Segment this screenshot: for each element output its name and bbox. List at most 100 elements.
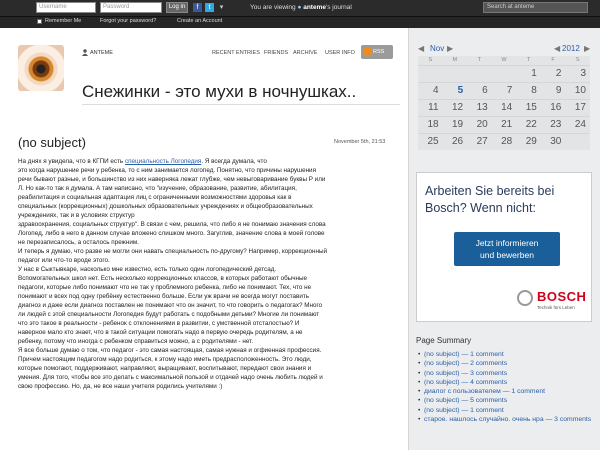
calendar-day: 21 xyxy=(491,115,517,133)
calendar-day: 9 xyxy=(540,81,566,99)
summary-entry-link[interactable]: (no subject) xyxy=(424,397,460,404)
calendar-day: 13 xyxy=(467,98,492,116)
entry-line: педагог или что-то вроде этого. xyxy=(18,257,110,264)
calendar-day: 23 xyxy=(540,115,566,133)
entry-line: реабилитация и социальная адаптация лиц … xyxy=(18,194,292,201)
calendar-day: 19 xyxy=(442,115,468,133)
summary-comments-link[interactable]: — 1 comment xyxy=(501,388,545,395)
entry-line: Логопед, либо в него в данном случае вло… xyxy=(18,230,325,237)
advertisement[interactable]: Arbeiten Sie bereits bei Bosch? Wenn nic… xyxy=(416,172,592,322)
page-summary-title: Page Summary xyxy=(416,336,472,345)
nav-recent-entries[interactable]: RECENT ENTRIES xyxy=(212,50,260,56)
summary-item: старое. нашлось случайно. очень нра — 3 … xyxy=(418,415,594,425)
summary-comments-link[interactable]: — 5 comments xyxy=(460,397,507,404)
ad-tagline: Technik fürs Leben xyxy=(537,305,575,310)
journal-username[interactable]: ANTEME xyxy=(90,50,113,56)
viewing-info: You are viewing ● anteme's journal xyxy=(250,4,352,11)
journal-title: Снежинки - это мухи в ночнушках.. xyxy=(82,82,357,101)
entry-line: что это такое в реальности - ребенок с о… xyxy=(18,320,300,327)
prev-month-arrow-icon[interactable]: ◀ xyxy=(418,44,424,53)
nav-friends[interactable]: FRIENDS xyxy=(264,50,288,56)
summary-comments-link[interactable]: — 2 comments xyxy=(460,360,507,367)
calendar-empty-cell xyxy=(467,64,492,82)
top-navigation-bar: Username Password Log in f t ▾ You are v… xyxy=(0,0,600,17)
calendar-year[interactable]: 2012 xyxy=(562,44,580,53)
next-month-arrow-icon[interactable]: ▶ xyxy=(447,44,453,53)
entry-line: Л. Но как-то так я думала. А там написан… xyxy=(18,185,297,192)
twitter-icon[interactable]: t xyxy=(205,3,214,12)
calendar-day: 7 xyxy=(491,81,517,99)
entry-line: ребенку, потому что иногда с ребенком сп… xyxy=(18,338,254,345)
forgot-password-link[interactable]: Forgot your password? xyxy=(100,18,156,24)
remember-me-label: Remember Me xyxy=(45,18,82,24)
summary-entry-link[interactable]: (no subject) xyxy=(424,379,460,386)
summary-comments-link[interactable]: — 4 comments xyxy=(460,379,507,386)
nav-user-info[interactable]: USER INFO xyxy=(325,50,355,56)
entry-text: На днях я увидела, что в КГПИ есть xyxy=(18,158,125,165)
ad-apply-button[interactable]: Jetzt informieren und bewerben xyxy=(454,232,560,266)
journal-userpic[interactable] xyxy=(18,45,64,91)
entry-date: November 5th, 21:53 xyxy=(334,139,386,145)
ad-headline: Arbeiten Sie bereits bei Bosch? Wenn nic… xyxy=(425,184,555,215)
calendar-day: 15 xyxy=(516,98,541,116)
calendar-day: 30 xyxy=(540,132,566,150)
summary-entry-link[interactable]: (no subject) xyxy=(424,360,460,367)
bosch-logo: BOSCH Technik fürs Leben xyxy=(517,288,589,316)
nav-archive[interactable]: ARCHIVE xyxy=(293,50,317,56)
entry-line: У нас в Сыктывкаре, насколько мне извест… xyxy=(18,266,277,273)
calendar-day: 28 xyxy=(491,132,517,150)
entry-line: педагоги, которые либо понимают что не т… xyxy=(18,284,312,291)
user-icon-small: ● xyxy=(297,4,302,11)
viewing-suffix: 's journal xyxy=(325,4,352,11)
summary-entry-link[interactable]: (no subject) xyxy=(424,370,460,377)
entry-link[interactable]: специальность Логопедия xyxy=(125,158,201,165)
ad-brand: BOSCH xyxy=(537,289,587,304)
summary-comments-link[interactable]: — 1 comment xyxy=(460,351,503,358)
summary-entry-link[interactable]: старое. нашлось случайно. очень нра xyxy=(424,416,544,423)
calendar-day: 11 xyxy=(418,98,443,116)
calendar-empty-cell xyxy=(418,64,443,82)
next-year-arrow-icon[interactable]: ▶ xyxy=(584,44,590,53)
calendar-day: 3 xyxy=(565,64,590,82)
entry-subject[interactable]: (no subject) xyxy=(18,135,86,150)
summary-item: (no subject) — 2 comments xyxy=(418,359,594,369)
search-input[interactable]: Search at anteme xyxy=(483,2,588,13)
entry-line: диагноз и даже если диагноз поставлен не… xyxy=(18,302,323,309)
calendar-day: 20 xyxy=(467,115,492,133)
summary-comments-link[interactable]: — 3 comments xyxy=(544,416,591,423)
rss-button[interactable]: RSS xyxy=(361,45,393,59)
summary-entry-link[interactable]: диалог с пользователем xyxy=(424,388,501,395)
viewing-username-link[interactable]: anteme xyxy=(303,4,326,11)
calendar-weekday: F xyxy=(540,56,566,65)
calendar-day: 18 xyxy=(418,115,443,133)
calendar-day: 10 xyxy=(565,81,590,99)
summary-item: диалог с пользователем — 1 comment xyxy=(418,387,594,397)
entry-line: ли людей с этой специальности Логопедия … xyxy=(18,311,320,318)
calendar-day: 24 xyxy=(565,115,590,133)
summary-entry-link[interactable]: (no subject) xyxy=(424,351,460,358)
password-input[interactable]: Password xyxy=(100,2,162,13)
calendar-weekday: T xyxy=(467,56,492,65)
entry-body: На днях я увидела, что в КГПИ есть специ… xyxy=(18,157,400,391)
calendar-day: 14 xyxy=(491,98,517,116)
summary-item: (no subject) — 3 comments xyxy=(418,369,594,379)
calendar-empty-cell xyxy=(565,132,590,150)
create-account-link[interactable]: Create an Account xyxy=(177,18,222,24)
user-icon xyxy=(82,49,88,56)
summary-comments-link[interactable]: — 3 comments xyxy=(460,370,507,377)
calendar-day[interactable]: 5 xyxy=(442,81,468,99)
summary-item: (no subject) — 1 comment xyxy=(418,406,594,416)
summary-comments-link[interactable]: — 1 comment xyxy=(460,407,503,414)
remember-me-checkbox[interactable] xyxy=(37,19,42,24)
username-input[interactable]: Username xyxy=(36,2,96,13)
summary-entry-link[interactable]: (no subject) xyxy=(424,407,460,414)
calendar-empty-cell xyxy=(491,64,517,82)
prev-year-arrow-icon[interactable]: ◀ xyxy=(554,44,560,53)
facebook-icon[interactable]: f xyxy=(193,3,202,12)
entry-line: На днях я увидела, что в КГПИ есть специ… xyxy=(18,157,400,166)
login-button[interactable]: Log in xyxy=(166,2,188,13)
chevron-down-icon[interactable]: ▾ xyxy=(217,3,226,12)
calendar-month[interactable]: Nov xyxy=(430,44,444,53)
calendar-empty-cell xyxy=(442,64,468,82)
calendar-day: 2 xyxy=(540,64,566,82)
